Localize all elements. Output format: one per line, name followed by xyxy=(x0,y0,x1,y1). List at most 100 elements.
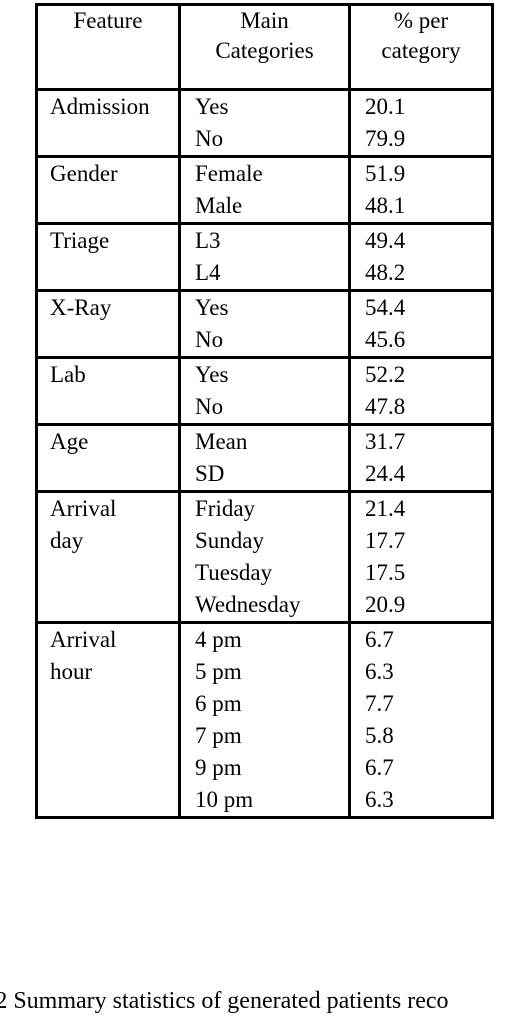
category-line: Female xyxy=(195,161,263,186)
table-row: X-Ray Yes No 54.4 45.6 xyxy=(35,289,494,359)
cell-categories: Friday Sunday Tuesday Wednesday xyxy=(178,490,351,624)
column-header-feature: Feature xyxy=(35,3,181,91)
table-row: Arrival day Friday Sunday Tuesday Wednes… xyxy=(35,490,494,624)
percent-line: 48.2 xyxy=(365,260,406,285)
cell-feature: Lab xyxy=(35,356,181,426)
feature-line: Triage xyxy=(50,228,110,253)
cell-categories: Female Male xyxy=(178,155,351,225)
table-caption: ble 2 Summary statistics of generated pa… xyxy=(0,988,449,1014)
feature-line: Arrival xyxy=(50,496,117,521)
cell-feature: Arrival day xyxy=(35,490,181,624)
column-header-feature-line-1: Feature xyxy=(73,8,143,33)
cell-feature: Age xyxy=(35,423,181,493)
cell-percent: 52.2 47.8 xyxy=(348,356,494,426)
table-row: Age Mean SD 31.7 24.4 xyxy=(35,423,494,493)
table-header: Feature Main Categories % per category xyxy=(35,3,494,91)
cell-feature: Triage xyxy=(35,222,181,292)
table-row: Triage L3 L4 49.4 48.2 xyxy=(35,222,494,292)
category-line: No xyxy=(195,394,224,419)
column-header-categories-line-1: Main xyxy=(240,8,289,33)
percent-line: 20.9 xyxy=(365,592,406,617)
table-row: Lab Yes No 52.2 47.8 xyxy=(35,356,494,426)
cell-percent: 6.7 6.3 7.7 5.8 6.7 6.3 xyxy=(348,621,494,819)
category-line: Mean xyxy=(195,429,248,454)
feature-line: Age xyxy=(50,429,89,454)
table-row: Arrival hour 4 pm 5 pm 6 pm 7 pm 9 pm 10… xyxy=(35,621,494,819)
feature-line: Admission xyxy=(50,94,150,119)
cell-percent: 49.4 48.2 xyxy=(348,222,494,292)
percent-line: 49.4 xyxy=(365,228,406,253)
column-header-categories: Main Categories xyxy=(178,3,351,91)
cell-categories: Yes No xyxy=(178,88,351,158)
category-line: 6 pm xyxy=(195,691,242,716)
category-line: 10 pm xyxy=(195,787,254,812)
percent-line: 5.8 xyxy=(365,723,394,748)
percent-line: 17.7 xyxy=(365,528,406,553)
percent-line: 47.8 xyxy=(365,394,406,419)
column-header-percent: % per category xyxy=(348,3,494,91)
percent-line: 6.7 xyxy=(365,627,394,652)
category-line: Yes xyxy=(195,94,229,119)
cell-percent: 21.4 17.7 17.5 20.9 xyxy=(348,490,494,624)
category-line: L4 xyxy=(195,260,221,285)
feature-line: hour xyxy=(50,659,93,684)
summary-table-container: Feature Main Categories % per category A… xyxy=(35,3,494,819)
cell-feature: Arrival hour xyxy=(35,621,181,819)
column-header-percent-line-2: category xyxy=(381,38,461,63)
category-line: 5 pm xyxy=(195,659,242,684)
category-line: Yes xyxy=(195,295,229,320)
cell-feature: Gender xyxy=(35,155,181,225)
category-line: Sunday xyxy=(195,528,264,553)
table-header-row: Feature Main Categories % per category xyxy=(35,3,494,91)
cell-categories: Yes No xyxy=(178,356,351,426)
category-line: Male xyxy=(195,193,243,218)
percent-line: 31.7 xyxy=(365,429,406,454)
percent-line: 7.7 xyxy=(365,691,394,716)
feature-line: X-Ray xyxy=(50,295,112,320)
category-line: Yes xyxy=(195,362,229,387)
cell-categories: 4 pm 5 pm 6 pm 7 pm 9 pm 10 pm xyxy=(178,621,351,819)
table-body: Admission Yes No 20.1 79.9 Gender Female… xyxy=(35,88,494,819)
column-header-categories-line-2: Categories xyxy=(215,38,314,63)
cell-categories: Yes No xyxy=(178,289,351,359)
category-line: No xyxy=(195,126,224,151)
column-header-percent-line-1: % per xyxy=(393,8,449,33)
cell-categories: L3 L4 xyxy=(178,222,351,292)
percent-line: 45.6 xyxy=(365,327,406,352)
table-row: Admission Yes No 20.1 79.9 xyxy=(35,88,494,158)
table-row: Gender Female Male 51.9 48.1 xyxy=(35,155,494,225)
feature-line: Arrival xyxy=(50,627,117,652)
percent-line: 21.4 xyxy=(365,496,406,521)
cell-categories: Mean SD xyxy=(178,423,351,493)
percent-line: 51.9 xyxy=(365,161,406,186)
category-line: 7 pm xyxy=(195,723,242,748)
percent-line: 24.4 xyxy=(365,461,406,486)
percent-line: 52.2 xyxy=(365,362,406,387)
cell-percent: 31.7 24.4 xyxy=(348,423,494,493)
category-line: Tuesday xyxy=(195,560,273,585)
category-line: 4 pm xyxy=(195,627,242,652)
category-line: Wednesday xyxy=(195,592,301,617)
percent-line: 20.1 xyxy=(365,94,406,119)
feature-line: Lab xyxy=(50,362,86,387)
cell-feature: X-Ray xyxy=(35,289,181,359)
cell-feature: Admission xyxy=(35,88,181,158)
category-line: No xyxy=(195,327,224,352)
category-line: SD xyxy=(195,461,225,486)
percent-line: 17.5 xyxy=(365,560,406,585)
summary-statistics-table: Feature Main Categories % per category A… xyxy=(35,3,494,819)
percent-line: 54.4 xyxy=(365,295,406,320)
feature-line: Gender xyxy=(50,161,118,186)
category-line: 9 pm xyxy=(195,755,242,780)
percent-line: 6.3 xyxy=(365,659,394,684)
cell-percent: 51.9 48.1 xyxy=(348,155,494,225)
category-line: Friday xyxy=(195,496,256,521)
percent-line: 6.7 xyxy=(365,755,394,780)
percent-line: 79.9 xyxy=(365,126,406,151)
cell-percent: 20.1 79.9 xyxy=(348,88,494,158)
feature-line: day xyxy=(50,528,84,553)
category-line: L3 xyxy=(195,228,221,253)
cell-percent: 54.4 45.6 xyxy=(348,289,494,359)
percent-line: 6.3 xyxy=(365,787,394,812)
percent-line: 48.1 xyxy=(365,193,406,218)
